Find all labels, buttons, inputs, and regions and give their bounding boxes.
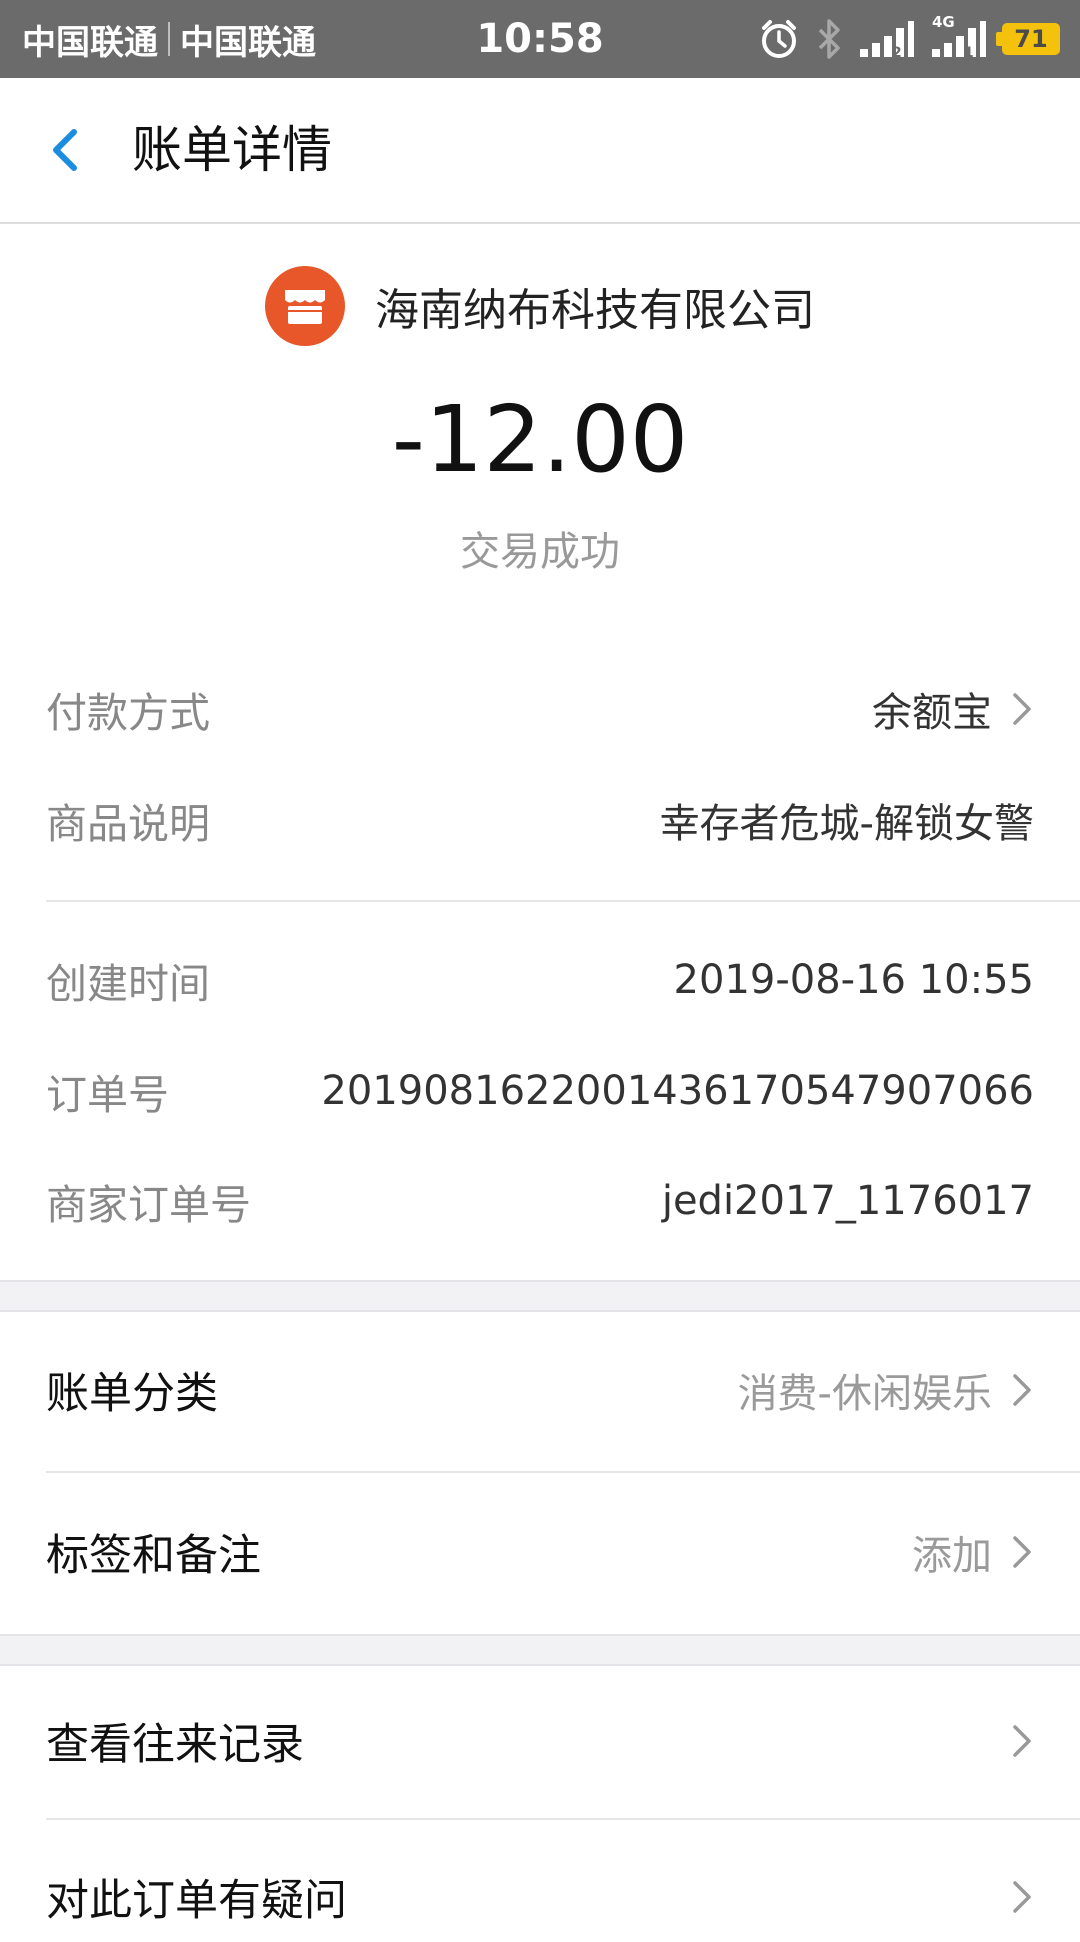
detail-label: 付款方式 [46, 689, 210, 737]
carrier-1: 中国联通 [22, 22, 158, 63]
page-title: 账单详情 [132, 121, 332, 179]
merchant-order-number-row: 商家订单号 jedi2017_1176017 [46, 1166, 1034, 1236]
battery-indicator: 71 [996, 23, 1060, 55]
tags-label: 标签和备注 [46, 1531, 261, 1581]
transaction-status: 交易成功 [460, 529, 620, 575]
detail-value: jedi2017_1176017 [661, 1178, 1034, 1224]
detail-value: 2019-08-16 10:55 [673, 957, 1034, 1003]
section-gap [0, 1280, 1080, 1312]
payment-method-value: 余额宝 [872, 690, 992, 736]
merchant-avatar [265, 266, 345, 346]
merchant-name: 海南纳布科技有限公司 [375, 285, 815, 336]
back-button[interactable] [36, 118, 100, 182]
chevron-right-icon [1013, 1881, 1031, 1913]
detail-label: 商品说明 [46, 800, 210, 848]
status-bar: 中国联通 中国联通 10:58 2 4G 1 71 [0, 0, 1080, 78]
battery-level: 71 [1014, 25, 1048, 53]
category-value: 消费-休闲娱乐 [737, 1371, 992, 1417]
divider [46, 900, 1080, 902]
history-chevron-wrap [992, 1721, 1034, 1761]
detail-value: 幸存者危城-解锁女警 [659, 801, 1034, 847]
section-gap [0, 1634, 1080, 1666]
svg-text:2: 2 [892, 45, 902, 59]
order-question-row[interactable]: 对此订单有疑问 [46, 1852, 1034, 1942]
status-icons: 2 4G 1 71 [758, 0, 1060, 78]
divider [46, 1818, 1080, 1820]
tags-add-value: 添加 [912, 1533, 992, 1579]
alarm-icon [762, 20, 796, 58]
signal-icon: 2 [860, 21, 914, 59]
tags-notes-row[interactable]: 标签和备注 添加 [46, 1507, 1034, 1597]
transaction-amount: -12.00 [391, 386, 689, 493]
category-value-wrap: 消费-休闲娱乐 [738, 1361, 1034, 1419]
nav-bar: 账单详情 [0, 78, 1080, 224]
chevron-right-icon [1013, 1374, 1031, 1406]
detail-label: 创建时间 [46, 960, 210, 1008]
view-history-row[interactable]: 查看往来记录 [46, 1696, 1034, 1786]
created-time-row: 创建时间 2019-08-16 10:55 [46, 945, 1034, 1015]
signal-4g: 4G 1 [930, 13, 988, 59]
store-icon [285, 290, 325, 324]
detail-label: 商家订单号 [46, 1181, 251, 1229]
order-number-row: 订单号 2019081622001436170547907066 [46, 1056, 1034, 1126]
carrier-separator [168, 22, 170, 56]
chevron-right-icon [1013, 693, 1031, 725]
history-label: 查看往来记录 [46, 1720, 304, 1770]
svg-text:1: 1 [964, 45, 974, 59]
category-label: 账单分类 [46, 1369, 218, 1419]
merchant-header: 海南纳布科技有限公司 [0, 264, 1080, 348]
question-label: 对此订单有疑问 [46, 1876, 347, 1926]
bluetooth-icon [818, 19, 840, 59]
carrier-info: 中国联通 中国联通 [22, 0, 316, 78]
question-chevron-wrap [992, 1877, 1034, 1917]
chevron-right-icon [1013, 1725, 1031, 1757]
detail-label: 订单号 [46, 1071, 169, 1119]
chevron-left-icon [53, 129, 77, 171]
detail-value: 余额宝 [872, 680, 1034, 738]
bill-category-row[interactable]: 账单分类 消费-休闲娱乐 [46, 1345, 1034, 1435]
tags-value-wrap: 添加 [912, 1523, 1034, 1581]
divider [46, 1471, 1080, 1473]
carrier-2: 中国联通 [180, 22, 316, 63]
payment-method-row[interactable]: 付款方式 余额宝 [46, 674, 1034, 744]
chevron-right-icon [1013, 1536, 1031, 1568]
product-description-row: 商品说明 幸存者危城-解锁女警 [46, 785, 1034, 855]
signal-icon: 1 [932, 21, 986, 59]
detail-value: 2019081622001436170547907066 [321, 1068, 1034, 1114]
